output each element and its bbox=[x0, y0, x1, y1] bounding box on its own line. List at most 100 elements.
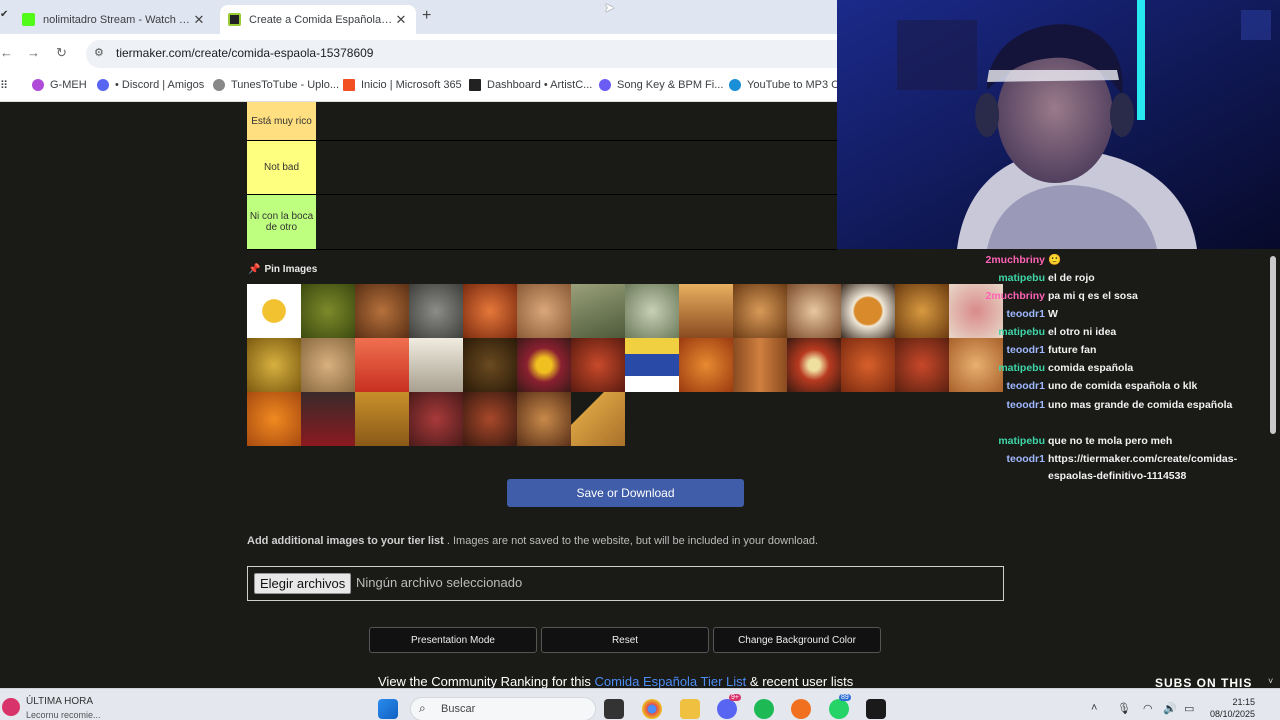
food-image[interactable] bbox=[571, 284, 625, 338]
chat-username[interactable]: matipebu bbox=[998, 433, 1045, 450]
chat-username[interactable]: matipebu bbox=[998, 270, 1045, 287]
food-image[interactable] bbox=[571, 392, 625, 446]
food-image[interactable] bbox=[517, 392, 571, 446]
bookmark-gmeh[interactable]: G-MEH bbox=[32, 79, 87, 91]
taskbar-search[interactable] bbox=[410, 697, 596, 720]
battery-icon[interactable]: ▭ bbox=[1184, 702, 1194, 715]
food-image[interactable] bbox=[301, 338, 355, 392]
chrome-icon[interactable] bbox=[642, 699, 662, 719]
chat-username[interactable]: matipebu bbox=[998, 360, 1045, 377]
food-image[interactable] bbox=[355, 284, 409, 338]
bookmark-discord[interactable]: • Discord | Amigos bbox=[97, 79, 204, 91]
kick-app-icon[interactable] bbox=[866, 699, 886, 719]
food-image[interactable] bbox=[247, 338, 301, 392]
task-view-icon[interactable] bbox=[604, 699, 624, 719]
change-background-color-button[interactable]: Change Background Color bbox=[713, 627, 881, 653]
food-image[interactable] bbox=[355, 392, 409, 446]
file-explorer-icon[interactable] bbox=[680, 699, 700, 719]
food-image[interactable] bbox=[517, 338, 571, 392]
pin-images-toggle[interactable]: 📌 Pin Images bbox=[248, 264, 317, 275]
food-image[interactable] bbox=[733, 338, 787, 392]
bookmark-dashboard[interactable]: Dashboard • ArtistC... bbox=[469, 79, 592, 91]
food-image[interactable] bbox=[733, 284, 787, 338]
food-image[interactable] bbox=[409, 392, 463, 446]
wifi-icon[interactable]: ◠ bbox=[1143, 702, 1153, 715]
scroll-down-icon[interactable]: ˅ bbox=[1268, 676, 1273, 686]
bookmark-songkey[interactable]: Song Key & BPM Fi... bbox=[599, 79, 723, 91]
news-widget-title[interactable]: ÚLTIMA HORA bbox=[26, 696, 93, 708]
chat-username[interactable]: teoodr1 bbox=[1006, 306, 1045, 323]
food-image[interactable] bbox=[787, 284, 841, 338]
chat-username[interactable]: teoodr1 bbox=[1006, 397, 1045, 414]
whatsapp-icon[interactable] bbox=[829, 699, 849, 719]
food-image[interactable] bbox=[895, 338, 949, 392]
url-text[interactable]: tiermaker.com/create/comida-espaola-1537… bbox=[116, 46, 373, 60]
spotify-icon[interactable] bbox=[754, 699, 774, 719]
reload-icon[interactable]: ↻ bbox=[56, 45, 67, 61]
food-image[interactable] bbox=[355, 338, 409, 392]
chat-username[interactable]: 2muchbriny bbox=[985, 288, 1045, 305]
food-image[interactable] bbox=[679, 284, 733, 338]
tier-drop-area[interactable] bbox=[316, 141, 837, 194]
tab-tiermaker[interactable]: Create a Comida Española Tier List ✕ bbox=[220, 5, 416, 34]
tab-stream[interactable]: nolimitadro Stream - Watch Live ✕ bbox=[14, 5, 214, 34]
tier-label[interactable]: Not bad bbox=[247, 141, 316, 194]
forward-icon[interactable]: → bbox=[27, 45, 40, 60]
community-link[interactable]: Comida Española Tier List bbox=[595, 674, 747, 689]
chat-username[interactable]: 2muchbriny bbox=[985, 252, 1045, 269]
tier-drop-area[interactable] bbox=[316, 102, 837, 140]
scrollbar-thumb[interactable] bbox=[1270, 256, 1276, 434]
back-icon[interactable]: ← bbox=[0, 45, 13, 60]
bookmark-youtube-mp3[interactable]: YouTube to MP3 Co... bbox=[729, 79, 854, 91]
tier-drop-area[interactable] bbox=[316, 195, 837, 249]
food-image[interactable] bbox=[895, 284, 949, 338]
food-image[interactable] bbox=[625, 284, 679, 338]
tier-label[interactable]: Está muy rico bbox=[247, 102, 316, 140]
news-icon[interactable] bbox=[2, 698, 20, 716]
site-settings-icon[interactable]: ⚙ bbox=[94, 46, 104, 59]
food-image[interactable] bbox=[301, 284, 355, 338]
food-image[interactable] bbox=[247, 284, 301, 338]
food-image[interactable] bbox=[463, 338, 517, 392]
food-image[interactable] bbox=[301, 392, 355, 446]
choose-files-button[interactable]: Elegir archivos bbox=[254, 573, 352, 594]
food-image[interactable] bbox=[517, 284, 571, 338]
food-image[interactable] bbox=[841, 284, 895, 338]
chat-username[interactable]: matipebu bbox=[998, 324, 1045, 341]
chat-username[interactable]: teoodr1 bbox=[1006, 378, 1045, 395]
presentation-mode-button[interactable]: Presentation Mode bbox=[369, 627, 537, 653]
bookmark-tunestotube[interactable]: TunesToTube - Uplo... bbox=[213, 79, 339, 91]
tab-tiermaker-title: Create a Comida Española Tier List bbox=[249, 13, 394, 26]
new-tab-icon[interactable]: + bbox=[422, 7, 431, 25]
apps-icon[interactable]: ⠿ bbox=[0, 79, 8, 92]
food-image[interactable] bbox=[571, 338, 625, 392]
food-image[interactable] bbox=[679, 338, 733, 392]
food-image[interactable] bbox=[463, 392, 517, 446]
food-image[interactable] bbox=[625, 338, 679, 392]
food-image[interactable] bbox=[841, 338, 895, 392]
add-images-heading: Add additional images to your tier list bbox=[247, 535, 444, 547]
tier-label[interactable]: Ni con la boca de otro bbox=[247, 195, 316, 249]
food-image[interactable] bbox=[409, 284, 463, 338]
volume-icon[interactable]: 🔊 bbox=[1163, 702, 1177, 715]
fl-studio-icon[interactable] bbox=[791, 699, 811, 719]
save-download-button[interactable]: Save or Download bbox=[507, 479, 744, 507]
discord-icon[interactable] bbox=[717, 699, 737, 719]
chat-username[interactable]: teoodr1 bbox=[1006, 451, 1045, 468]
close-icon[interactable]: ✕ bbox=[192, 12, 206, 28]
food-image[interactable] bbox=[787, 338, 841, 392]
food-image[interactable] bbox=[409, 338, 463, 392]
reset-button[interactable]: Reset bbox=[541, 627, 709, 653]
food-image[interactable] bbox=[949, 338, 1003, 392]
food-image[interactable] bbox=[247, 392, 301, 446]
bookmark-label: Inicio | Microsoft 365 bbox=[361, 79, 462, 91]
chevron-up-icon[interactable]: ˄ bbox=[1091, 702, 1097, 714]
windows-start-icon[interactable] bbox=[378, 699, 398, 719]
microphone-icon[interactable]: 🎙 bbox=[1117, 702, 1131, 715]
bookmark-microsoft[interactable]: Inicio | Microsoft 365 bbox=[343, 79, 462, 91]
chat-username[interactable]: teoodr1 bbox=[1006, 342, 1045, 359]
close-icon[interactable]: ✕ bbox=[394, 12, 408, 28]
taskbar-clock[interactable]: 21:15 08/10/2025 bbox=[1210, 696, 1255, 720]
tab-scroll-icon[interactable]: ✔ bbox=[0, 9, 8, 20]
food-image[interactable] bbox=[463, 284, 517, 338]
